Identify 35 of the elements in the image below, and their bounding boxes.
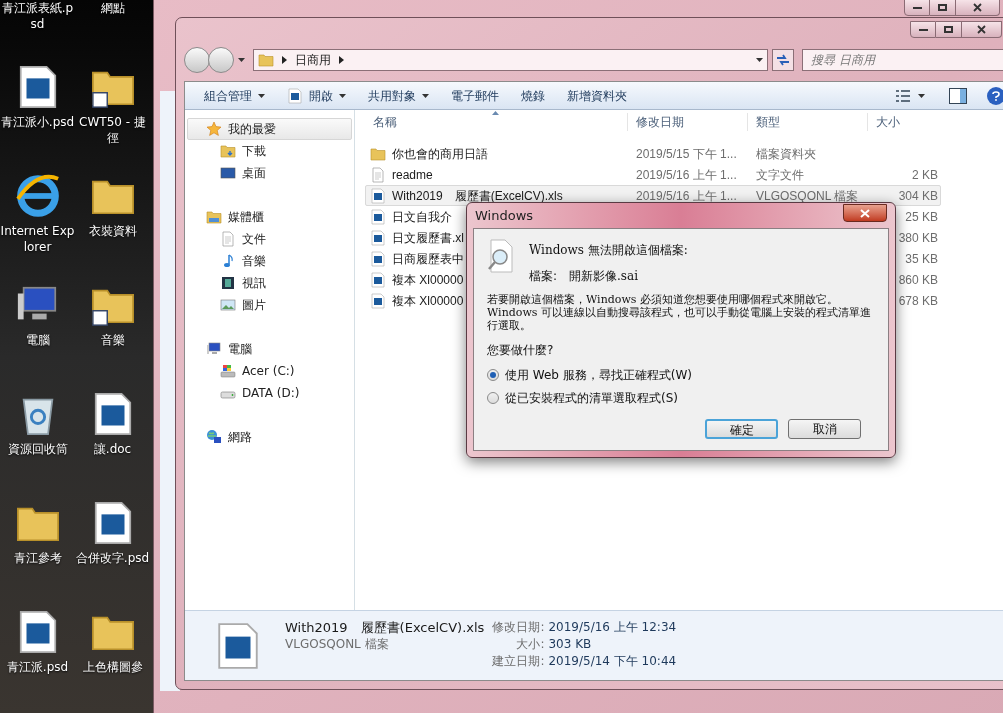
- file-type: VLGOSQONL 檔案: [756, 188, 859, 203]
- file-name: 複本 Xl00000: [392, 292, 464, 310]
- selected-file-name: With2019 履歷書(ExcelCV).xls: [285, 619, 485, 636]
- dialog-title: Windows: [475, 206, 534, 225]
- file-name: 日文自我介: [392, 208, 452, 226]
- dialog-message: 若要開啟這個檔案，Windows 必須知道您想要使用哪個程式來開啟它。Windows 可以連線以自動搜尋該程式，也可以手動從電腦上安裝的程式清單進行選取。: [487, 293, 872, 332]
- file-size: 25 KB: [905, 209, 938, 224]
- file-name: 開新影像.sai: [569, 268, 638, 285]
- modified-date: 2019/5/16 上午 1...: [636, 188, 737, 203]
- file-name: 日商履歷表中: [392, 250, 464, 268]
- file-size: 678 KB: [898, 293, 938, 308]
- detail-value: 2019/5/14 下午 10:44: [548, 653, 677, 670]
- detail-label: 建立日期:: [492, 653, 545, 670]
- selected-file-type: VLGOSQONL 檔案: [285, 636, 390, 653]
- detail-value: 303 KB: [548, 636, 593, 653]
- dialog-heading: Windows 無法開啟這個檔案:: [529, 242, 688, 259]
- file-name: 複本 Xl00000: [392, 271, 464, 289]
- file-name: 你也會的商用日語: [392, 145, 488, 163]
- file-size: 35 KB: [905, 251, 938, 266]
- dialog-question: 您要做什麼?: [487, 342, 555, 359]
- file-type: 文字文件: [756, 167, 804, 182]
- file-size: 860 KB: [898, 272, 938, 287]
- detail-label: 大小:: [515, 636, 545, 653]
- detail-value: 2019/5/16 上午 12:34: [548, 619, 677, 636]
- detail-label: 修改日期:: [492, 619, 545, 636]
- modified-date: 2019/5/16 上午 1...: [636, 167, 737, 182]
- file-size: 380 KB: [898, 230, 938, 245]
- file-size: 2 KB: [912, 167, 938, 182]
- file-name: With2019 履歷書(ExcelCV).xls: [392, 187, 563, 205]
- file-name: readme: [392, 166, 433, 184]
- file-name: 日文履歷書.xl: [392, 229, 464, 247]
- modified-date: 2019/5/15 下午 1...: [636, 146, 737, 161]
- file-label: 檔案:: [529, 268, 558, 285]
- file-type: 檔案資料夾: [756, 146, 816, 161]
- file-size: 304 KB: [898, 188, 938, 203]
